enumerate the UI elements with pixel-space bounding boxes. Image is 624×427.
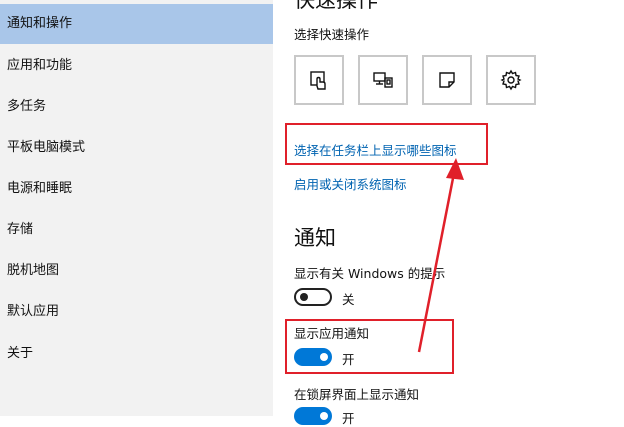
sidebar-item-multitasking[interactable]: 多任务 xyxy=(0,87,273,127)
sidebar-item-about[interactable]: 关于 xyxy=(0,334,273,374)
toggle-knob xyxy=(300,293,308,301)
sidebar-item-power-sleep[interactable]: 电源和睡眠 xyxy=(0,169,273,209)
sidebar-item-default-apps[interactable]: 默认应用 xyxy=(0,292,273,332)
quick-action-tile-note[interactable] xyxy=(422,55,472,105)
annotation-box-app-notifications xyxy=(285,319,454,374)
annotation-box-taskbar-link xyxy=(285,123,488,165)
sidebar-item-tablet-mode[interactable]: 平板电脑模式 xyxy=(0,128,273,168)
gear-icon xyxy=(500,69,522,91)
sidebar-item-notifications-actions[interactable]: 通知和操作 xyxy=(0,4,273,44)
sidebar-item-apps-features[interactable]: 应用和功能 xyxy=(0,46,273,86)
sidebar-item-offline-maps[interactable]: 脱机地图 xyxy=(0,251,273,291)
quick-action-tile-settings[interactable] xyxy=(486,55,536,105)
toggle-knob xyxy=(320,412,328,420)
lock-screen-notifications-state: 开 xyxy=(342,411,355,426)
lock-screen-notifications-label: 在锁屏界面上显示通知 xyxy=(294,387,420,402)
quick-action-tile-tablet[interactable] xyxy=(294,55,344,105)
windows-tips-toggle[interactable] xyxy=(294,288,332,306)
notifications-title: 通知 xyxy=(294,226,336,250)
windows-tips-label: 显示有关 Windows 的提示 xyxy=(294,266,446,281)
lock-screen-notifications-toggle[interactable] xyxy=(294,407,332,425)
note-icon xyxy=(439,72,455,88)
quick-actions-title: 快速操作 xyxy=(294,0,378,12)
quick-action-tile-project[interactable] xyxy=(358,55,408,105)
project-icon xyxy=(373,72,393,88)
windows-tips-state: 关 xyxy=(342,292,355,307)
tablet-mode-icon xyxy=(310,71,326,90)
sidebar: 通知和操作 应用和功能 多任务 平板电脑模式 电源和睡眠 存储 脱机地图 默认应… xyxy=(0,0,273,416)
sidebar-item-storage[interactable]: 存储 xyxy=(0,210,273,250)
quick-actions-subtitle: 选择快速操作 xyxy=(294,27,370,42)
system-icons-link[interactable]: 启用或关闭系统图标 xyxy=(294,174,407,193)
